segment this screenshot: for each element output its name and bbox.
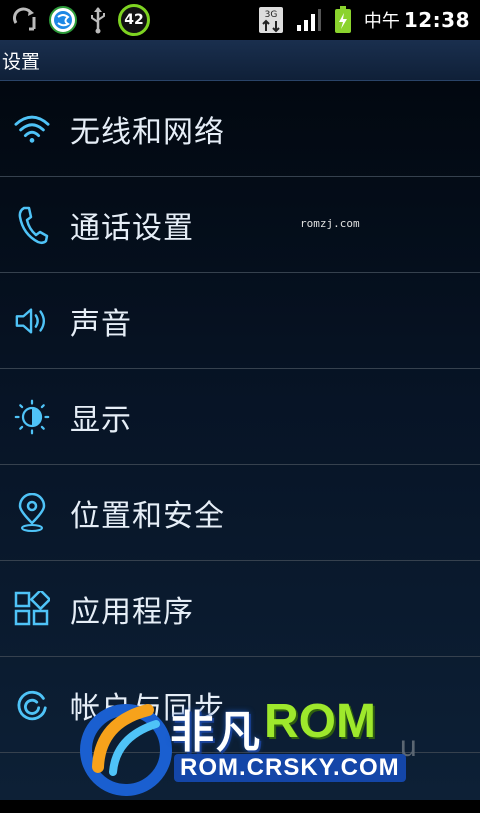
- shield-app-icon: [48, 5, 78, 35]
- settings-item-wireless[interactable]: 无线和网络: [0, 81, 480, 177]
- battery-level-badge: 42: [118, 4, 150, 36]
- sync-icon: [12, 7, 38, 33]
- battery-icon: [334, 6, 352, 34]
- site-logo: 非凡 ROM u ROM.CRSKY.COM: [78, 692, 443, 796]
- brightness-icon: [14, 397, 50, 437]
- settings-item-display[interactable]: 显示: [0, 369, 480, 465]
- settings-item-call[interactable]: 通话设置: [0, 177, 480, 273]
- phone-icon: [14, 205, 50, 245]
- settings-item-label: 声音: [70, 306, 132, 342]
- page-title: 设置: [2, 50, 41, 73]
- settings-item-location[interactable]: 位置和安全: [0, 465, 480, 561]
- settings-item-label: 无线和网络: [70, 114, 225, 150]
- usb-icon: [88, 6, 108, 34]
- settings-item-label: 显示: [70, 402, 132, 438]
- svg-text:3G: 3G: [264, 10, 277, 20]
- signal-icon: [296, 8, 322, 32]
- settings-item-apps[interactable]: 应用程序: [0, 561, 480, 657]
- status-bar: 42 3G 中午 12:38: [0, 0, 480, 40]
- wifi-icon: [14, 109, 50, 149]
- speaker-icon: [14, 301, 50, 341]
- sync-account-icon: [14, 685, 50, 725]
- location-icon: [14, 492, 50, 533]
- settings-item-label: 应用程序: [70, 594, 194, 630]
- clock-time: 12:38: [403, 8, 470, 32]
- logo-swirl-icon: [80, 704, 172, 796]
- logo-rom-text: ROM: [264, 695, 376, 748]
- logo-url-text: ROM.CRSKY.COM: [174, 754, 406, 782]
- title-bar: 设置: [0, 40, 480, 81]
- watermark-text: romzj.com: [300, 217, 360, 230]
- logo-cn-text: 非凡: [170, 707, 262, 758]
- settings-item-sound[interactable]: 声音: [0, 273, 480, 369]
- clock-ampm: 中午: [363, 11, 400, 32]
- apps-icon: [14, 589, 50, 629]
- 3g-data-icon: 3G: [258, 6, 284, 34]
- settings-item-label: 位置和安全: [70, 498, 225, 534]
- settings-item-label: 通话设置: [70, 210, 194, 246]
